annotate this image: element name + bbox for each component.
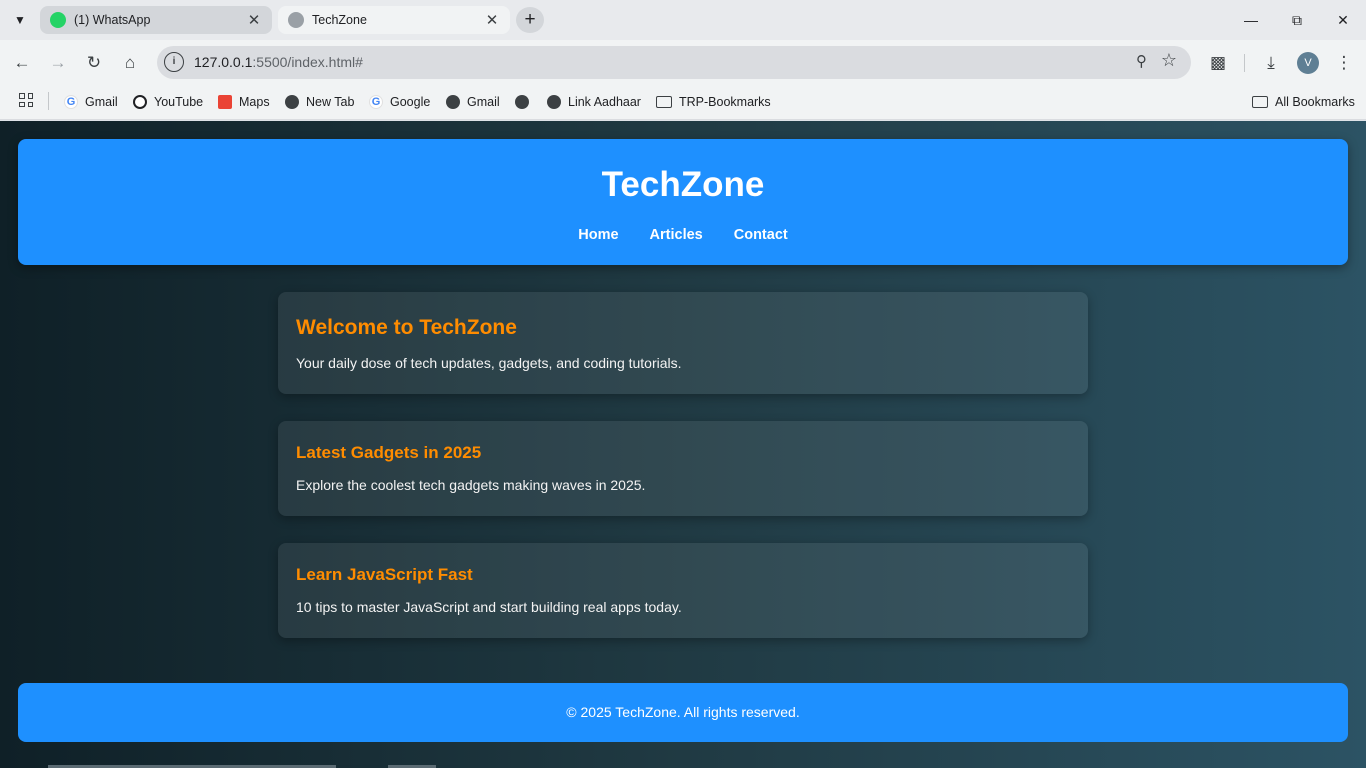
profile-avatar[interactable]: V	[1297, 52, 1319, 74]
hero-heading: Welcome to TechZone	[296, 316, 517, 339]
google-icon: G	[369, 95, 383, 109]
zoom-icon[interactable]: ⚲	[1136, 52, 1147, 70]
bookmark-label: Link Aadhaar	[568, 95, 641, 109]
bookmark-star-icon[interactable]: ☆	[1161, 50, 1177, 71]
extensions-icon[interactable]: ▩	[1205, 50, 1231, 76]
url-path: :5500/index.html#	[252, 54, 363, 70]
url-host: 127.0.0.1	[194, 54, 253, 70]
globe-icon	[515, 95, 529, 109]
site-info-icon[interactable]: i	[164, 52, 184, 72]
article-summary: 10 tips to master JavaScript and start b…	[296, 599, 682, 615]
article-card: Latest Gadgets in 2025 Explore the coole…	[278, 421, 1088, 516]
bookmark-label: Maps	[239, 95, 270, 109]
bookmark-label: Gmail	[85, 95, 118, 109]
bookmark-maps[interactable]: Maps	[218, 93, 270, 111]
tab-whatsapp[interactable]: (1) WhatsApp ✕	[40, 6, 272, 34]
download-icon[interactable]: ⤓	[1258, 50, 1284, 76]
all-bookmarks[interactable]: All Bookmarks	[1252, 93, 1355, 111]
forward-arrow-icon[interactable]: →	[45, 50, 71, 76]
bookmarks-bar: G Gmail YouTube Maps New Tab G Google Gmai…	[0, 85, 1366, 120]
bookmark-youtube[interactable]: YouTube	[133, 93, 203, 111]
hero-text: Your daily dose of tech updates, gadgets…	[296, 355, 682, 371]
site-nav: Home Articles Contact	[18, 227, 1348, 243]
power-icon	[133, 95, 147, 109]
bookmark-gmail-2[interactable]: Gmail	[446, 93, 500, 111]
maps-icon	[218, 95, 232, 109]
menu-kebab-icon[interactable]: ⋮	[1331, 50, 1357, 76]
close-icon[interactable]: ✕	[246, 11, 262, 29]
globe-icon	[285, 95, 299, 109]
globe-icon	[288, 12, 304, 28]
article-title: Latest Gadgets in 2025	[296, 443, 482, 462]
bookmark-label: All Bookmarks	[1275, 95, 1355, 109]
bookmark-gmail[interactable]: G Gmail	[64, 93, 118, 111]
back-arrow-icon[interactable]: ←	[9, 50, 35, 76]
site-header: TechZone Home Articles Contact	[18, 139, 1348, 265]
tab-search-chevron-icon[interactable]: ▼	[8, 8, 32, 32]
globe-icon	[547, 95, 561, 109]
hero-card: Welcome to TechZone Your daily dose of t…	[278, 292, 1088, 394]
reload-icon[interactable]: ↻	[81, 50, 107, 76]
toolbar-divider	[1244, 54, 1245, 72]
bookmarks-divider	[48, 92, 49, 110]
url-text[interactable]: 127.0.0.1:5500/index.html#	[194, 54, 363, 70]
nav-contact[interactable]: Contact	[734, 227, 788, 243]
site-footer: © 2025 TechZone. All rights reserved.	[18, 683, 1348, 742]
tab-title: (1) WhatsApp	[74, 13, 151, 27]
bookmark-label: YouTube	[154, 95, 204, 109]
bookmark-label: New Tab	[306, 95, 355, 109]
folder-icon	[656, 96, 672, 108]
new-tab-button[interactable]: +	[516, 7, 544, 33]
bookmark-new-tab[interactable]: New Tab	[285, 93, 354, 111]
site-title: TechZone	[601, 165, 765, 204]
nav-home[interactable]: Home	[578, 227, 618, 243]
restore-icon[interactable]: ⧉	[1274, 0, 1320, 40]
tab-title: TechZone	[312, 13, 367, 27]
whatsapp-icon	[50, 12, 66, 28]
folder-icon	[1252, 96, 1268, 108]
google-icon: G	[64, 95, 78, 109]
close-window-icon[interactable]: ✕	[1320, 0, 1366, 40]
bookmark-link-aadhaar[interactable]: Link Aadhaar	[547, 93, 641, 111]
globe-icon	[446, 95, 460, 109]
article-title: Learn JavaScript Fast	[296, 565, 473, 584]
home-icon[interactable]: ⌂	[117, 50, 143, 76]
page-viewport: TechZone Home Articles Contact Welcome t…	[0, 121, 1366, 768]
tab-techzone[interactable]: TechZone ✕	[278, 6, 510, 34]
browser-toolbar: ← → ↻ ⌂ i 127.0.0.1:5500/index.html# ⚲ ☆…	[0, 40, 1366, 85]
bookmark-label: Gmail	[467, 95, 500, 109]
nav-articles[interactable]: Articles	[650, 227, 703, 243]
minimize-icon[interactable]: —	[1228, 0, 1274, 40]
article-card: Learn JavaScript Fast 10 tips to master …	[278, 543, 1088, 638]
article-summary: Explore the coolest tech gadgets making …	[296, 477, 646, 493]
address-bar[interactable]: i 127.0.0.1:5500/index.html# ⚲ ☆	[157, 46, 1191, 79]
bookmark-trp-folder[interactable]: TRP-Bookmarks	[656, 93, 771, 111]
tab-strip: ▼ (1) WhatsApp ✕ TechZone ✕ + — ⧉ ✕	[0, 0, 1366, 40]
bookmark-untitled[interactable]	[515, 93, 536, 111]
close-icon[interactable]: ✕	[484, 11, 500, 29]
bookmark-label: Google	[390, 95, 431, 109]
bookmark-google[interactable]: G Google	[369, 93, 430, 111]
apps-grid-icon[interactable]	[19, 93, 33, 107]
bookmark-label: TRP-Bookmarks	[679, 95, 771, 109]
